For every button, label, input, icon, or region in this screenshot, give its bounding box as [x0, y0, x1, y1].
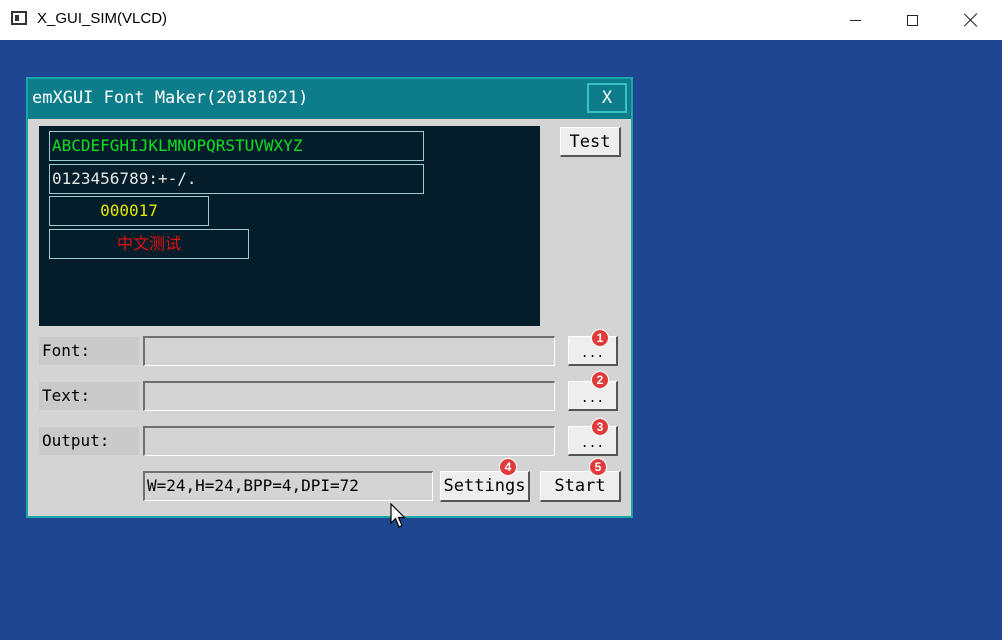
window-close-button[interactable]: [942, 0, 1000, 40]
dialog-titlebar: emXGUI Font Maker(20181021) X: [28, 79, 631, 119]
maximize-icon: [906, 14, 918, 26]
preview-counter: 000017: [49, 196, 209, 226]
minimize-button[interactable]: [826, 0, 884, 40]
app-window-icon: [11, 11, 27, 25]
text-path-field[interactable]: [143, 381, 555, 411]
text-label: Text:: [39, 382, 139, 410]
font-maker-dialog: emXGUI Font Maker(20181021) X ABCDEFGHIJ…: [26, 77, 633, 518]
mouse-cursor-icon: [390, 503, 406, 528]
minimize-icon: [849, 19, 861, 21]
step-badge-5: 5: [589, 458, 607, 476]
step-badge-4: 4: [499, 458, 517, 476]
step-badge-3: 3: [591, 418, 609, 436]
maximize-button[interactable]: [883, 0, 941, 40]
step-badge-1: 1: [591, 329, 609, 347]
preview-chinese: 中文测试: [49, 229, 249, 259]
dialog-title: emXGUI Font Maker(20181021): [32, 88, 309, 108]
font-preview-panel: ABCDEFGHIJKLMNOPQRSTUVWXYZ 0123456789:+-…: [39, 126, 540, 326]
preview-digits: 0123456789:+-/.: [49, 164, 424, 194]
output-label: Output:: [39, 427, 139, 455]
font-params-display: W=24,H=24,BPP=4,DPI=72: [143, 471, 433, 501]
preview-alphabet: ABCDEFGHIJKLMNOPQRSTUVWXYZ: [49, 131, 424, 161]
font-label: Font:: [39, 337, 139, 365]
window-title: X_GUI_SIM(VLCD): [37, 10, 168, 27]
output-path-field[interactable]: [143, 426, 555, 456]
settings-button[interactable]: Settings: [440, 471, 530, 502]
start-button[interactable]: Start: [540, 471, 621, 502]
window-titlebar: X_GUI_SIM(VLCD): [0, 0, 1002, 40]
font-path-field[interactable]: [143, 336, 555, 366]
test-button[interactable]: Test: [560, 127, 621, 157]
step-badge-2: 2: [591, 371, 609, 389]
close-icon: [964, 13, 978, 27]
dialog-close-button[interactable]: X: [587, 83, 627, 113]
